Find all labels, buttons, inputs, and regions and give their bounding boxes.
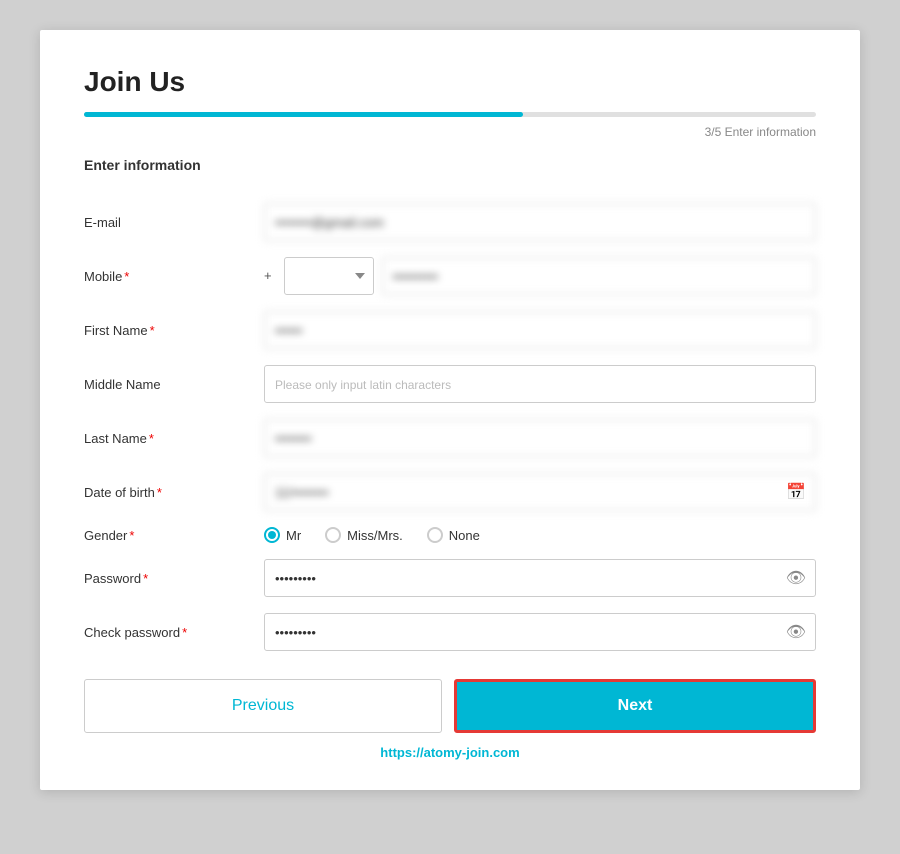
email-field-wrapper [264,203,816,241]
mobile-number-input[interactable] [382,257,816,295]
gender-mr-radio[interactable] [264,527,280,543]
firstname-row: First Name* [84,311,816,349]
gender-mr-label: Mr [286,528,301,543]
gender-none-label: None [449,528,480,543]
lastname-label: Last Name* [84,431,264,446]
check-password-eye-icon[interactable]: 👁 [786,622,806,642]
registration-card: Join Us 3/5 Enter information Enter info… [40,30,860,790]
dob-required: * [157,485,162,500]
firstname-required: * [150,323,155,338]
gender-miss-label: Miss/Mrs. [347,528,403,543]
gender-none-radio[interactable] [427,527,443,543]
gender-mr-option[interactable]: Mr [264,527,301,543]
step-label: 3/5 Enter information [84,125,816,139]
gender-miss-option[interactable]: Miss/Mrs. [325,527,403,543]
middlename-field-wrapper [264,365,816,403]
check-password-required: * [182,625,187,640]
mobile-code-select[interactable] [284,257,374,295]
middlename-label: Middle Name [84,377,264,392]
dob-input[interactable] [264,473,816,511]
previous-button[interactable]: Previous [84,679,442,733]
check-password-input[interactable] [264,613,816,651]
password-row: Password* 👁 [84,559,816,597]
plus-sign: + [264,257,272,295]
firstname-input[interactable] [264,311,816,349]
next-button[interactable]: Next [454,679,816,733]
gender-field-wrapper: Mr Miss/Mrs. None [264,527,816,543]
gender-row: Gender* Mr Miss/Mrs. None [84,527,816,543]
lastname-input[interactable] [264,419,816,457]
email-label: E-mail [84,215,264,230]
firstname-field-wrapper [264,311,816,349]
gender-none-option[interactable]: None [427,527,480,543]
page-title: Join Us [84,66,816,98]
password-field-wrapper: 👁 [264,559,816,597]
mobile-required: * [124,269,129,284]
lastname-required: * [149,431,154,446]
password-input[interactable] [264,559,816,597]
mobile-field-wrapper: + [264,257,816,295]
gender-options: Mr Miss/Mrs. None [264,527,816,543]
check-password-field-wrapper: 👁 [264,613,816,651]
middlename-input[interactable] [264,365,816,403]
lastname-field-wrapper [264,419,816,457]
progress-bar-track [84,112,816,117]
gender-label: Gender* [84,528,264,543]
firstname-label: First Name* [84,323,264,338]
dob-label: Date of birth* [84,485,264,500]
progress-bar-fill [84,112,523,117]
password-label: Password* [84,571,264,586]
lastname-row: Last Name* [84,419,816,457]
email-input[interactable] [264,203,816,241]
check-password-row: Check password* 👁 [84,613,816,651]
mobile-label: Mobile* [84,269,264,284]
watermark-label: https://atomy-join.com [84,745,816,760]
gender-required: * [129,528,134,543]
middlename-row: Middle Name [84,365,816,403]
section-title: Enter information [84,157,816,181]
password-required: * [143,571,148,586]
password-eye-icon[interactable]: 👁 [786,568,806,588]
gender-miss-radio[interactable] [325,527,341,543]
dob-row: Date of birth* 📅 [84,473,816,511]
dob-field-wrapper: 📅 [264,473,816,511]
email-row: E-mail [84,203,816,241]
calendar-icon[interactable]: 📅 [786,482,806,502]
check-password-label: Check password* [84,625,264,640]
mobile-row: Mobile* + [84,257,816,295]
buttons-row: Previous Next [84,679,816,733]
